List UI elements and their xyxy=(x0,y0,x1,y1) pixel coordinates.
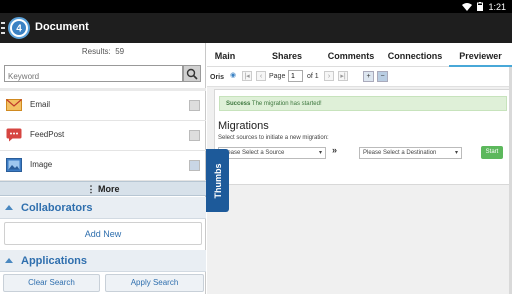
zoom-out-button[interactable]: − xyxy=(377,71,388,82)
destination-select[interactable]: Please Select a Destination ▾ xyxy=(359,147,462,159)
search-field[interactable] xyxy=(4,65,183,84)
chevron-down-icon: ▾ xyxy=(318,150,322,156)
brand-logo-icon: ◉ xyxy=(229,72,237,79)
status-bar: 1:21 xyxy=(0,0,512,13)
document-page: Success The migration has started! Migra… xyxy=(214,89,510,185)
add-new-button[interactable]: Add New xyxy=(4,222,202,245)
tab-connections[interactable]: Connections xyxy=(385,43,445,67)
last-page-button[interactable]: ▸| xyxy=(338,71,348,81)
start-button[interactable]: Start xyxy=(481,146,503,159)
thumbs-tab[interactable]: Thumbs xyxy=(206,149,229,212)
page-title: Document xyxy=(35,21,89,33)
battery-icon xyxy=(477,2,484,11)
feedpost-icon xyxy=(6,128,22,142)
page-input[interactable]: 1 xyxy=(288,70,303,82)
tab-shares[interactable]: Shares xyxy=(263,43,311,67)
clock: 1:21 xyxy=(488,1,506,12)
tab-previewer[interactable]: Previewer xyxy=(449,43,512,67)
collaborators-header[interactable]: Collaborators xyxy=(0,197,206,219)
wifi-icon xyxy=(462,2,473,11)
app-bar: 4 Document xyxy=(0,13,512,43)
image-checkbox[interactable] xyxy=(189,160,200,171)
next-page-button[interactable]: › xyxy=(324,71,334,81)
page-total: of 1 xyxy=(307,73,319,80)
email-icon xyxy=(6,99,22,111)
success-alert: Success The migration has started! xyxy=(219,96,507,111)
arrows-icon: » xyxy=(332,145,338,155)
tab-main[interactable]: Main xyxy=(207,43,243,67)
collapse-arrow-icon xyxy=(5,258,13,263)
image-icon xyxy=(6,158,22,172)
results-count: Results: 59 xyxy=(81,47,125,56)
clear-search-button[interactable]: Clear Search xyxy=(3,274,100,292)
email-checkbox[interactable] xyxy=(189,100,200,111)
left-panel: Results: 59 Email FeedPost Image ⋮ More xyxy=(0,43,206,294)
search-button[interactable] xyxy=(183,65,201,82)
first-page-button[interactable]: |◂ xyxy=(242,71,252,81)
apply-search-button[interactable]: Apply Search xyxy=(105,274,204,292)
viewer-brand: Oris xyxy=(210,74,225,81)
applications-header[interactable]: Applications xyxy=(0,250,206,272)
source-select[interactable]: Please Select a Source ▾ xyxy=(218,147,326,159)
zoom-in-button[interactable]: + xyxy=(363,71,374,82)
chevron-down-icon: ▾ xyxy=(454,150,458,156)
list-item-email[interactable]: Email xyxy=(0,91,206,121)
prev-page-button[interactable]: ‹ xyxy=(256,71,266,81)
page-label: Page xyxy=(269,73,286,80)
feedpost-checkbox[interactable] xyxy=(189,130,200,141)
search-input[interactable] xyxy=(5,69,182,84)
search-icon xyxy=(186,68,198,80)
more-button[interactable]: ⋮ More xyxy=(0,181,206,196)
list-item-image[interactable]: Image xyxy=(0,151,206,181)
previewer-pane: Oris ◉ |◂ ‹ Page 1 of 1 › ▸| + − Success… xyxy=(207,67,512,294)
menu-icon[interactable] xyxy=(1,22,5,34)
svg-text:4: 4 xyxy=(16,24,22,35)
migrations-subheading: Select sources to initiate a new migrati… xyxy=(218,135,329,141)
tab-comments[interactable]: Comments xyxy=(322,43,380,67)
tab-bar: Main Shares Comments Connections Preview… xyxy=(207,43,512,67)
viewer-toolbar: Oris ◉ |◂ ‹ Page 1 of 1 › ▸| + − xyxy=(207,67,512,87)
migrations-heading: Migrations xyxy=(218,120,269,132)
collapse-arrow-icon xyxy=(5,205,13,210)
app-logo-icon: 4 xyxy=(8,17,30,39)
list-item-feedpost[interactable]: FeedPost xyxy=(0,121,206,151)
